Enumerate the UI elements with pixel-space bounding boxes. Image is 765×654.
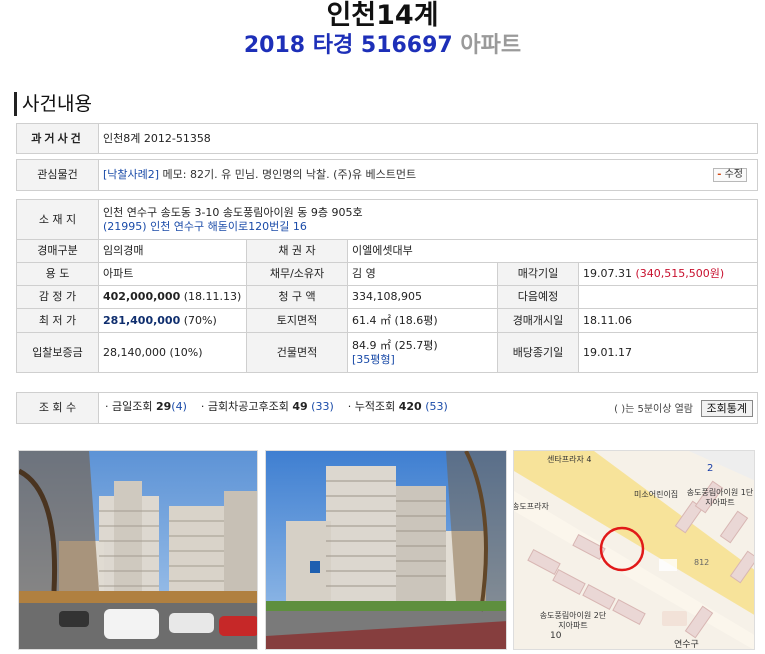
map-label-no2: 2 [707,463,714,474]
next-schedule-value [578,285,758,309]
building-type-link[interactable]: [35평형] [352,353,497,367]
section-title: 사건내용 [14,92,92,116]
deposit-value: 28,140,000 (10%) [98,332,247,373]
start-date-value: 18.11.06 [578,308,758,333]
today-views-label: · 금일조회 [105,399,153,413]
past-case-table: 과거사건 인천8계 2012-51358 [16,123,758,154]
map-label-apt1: 송도풍림아이원 1단지아파트 [686,488,754,507]
creditor-value: 이엘에셋대부 [347,239,758,263]
location-map[interactable]: 센타프라자 4 송도프라자 미소어린이집 송도풍림아이원 1단지아파트 송도풍림… [513,450,755,650]
claim-label: 청 구 액 [246,285,348,309]
sale-price-value: (340,515,500원) [635,267,725,280]
debtor-value: 김 영 [347,262,498,286]
case-number: 2018 타경 516697 [243,33,453,58]
creditor-label: 채 권 자 [246,239,348,263]
total-views-sub: (53) [425,399,448,413]
views-note: ( )는 5분이상 열람 [614,403,694,415]
property-photo-1[interactable] [18,450,258,650]
map-label-daycare: 미소어린이집 [634,490,679,499]
property-photo-2[interactable] [265,450,507,650]
map-label-apt2: 송도풍림아이원 2단지아파트 [539,611,607,630]
today-views-sub: (4) [171,399,187,413]
map-label-plaza: 센타프라자 4 [547,455,592,464]
land-area-value: 61.4 ㎡ (18.6평) [347,308,498,333]
views-table: 조 회 수 · 금일조회 29(4) · 금회차공고후조회 49 (33) · … [16,392,758,424]
appraisal-amount: 402,000,000 [103,290,181,303]
sale-date-label: 매각기일 [497,262,579,286]
apartment-photo-image [266,451,506,649]
min-price-label: 최 저 가 [16,308,99,333]
minus-icon: - [717,169,722,180]
location-road-address: (21995) 인천 연수구 해돋이로120번길 16 [103,219,307,233]
court-title: 인천14계 [326,0,439,31]
interest-table: 관심물건 [낙찰사례2] 메모: 82기. 유 민님. 명인명의 낙찰. (주)… [16,159,758,191]
interest-memo: 메모: 82기. 유 민님. 명인명의 낙찰. (주)유 베스트먼트 [159,168,417,181]
interest-label: 관심물건 [16,159,99,191]
building-area-value: 84.9 ㎡ (25.7평) [352,338,438,352]
total-views-count: 420 [398,399,422,413]
modify-button-label: 수정 [724,169,743,180]
case-subtitle: 2018 타경 516697 아파트 [0,33,765,59]
usage-label: 용 도 [16,262,99,286]
dividend-value: 19.01.17 [578,332,758,373]
today-views-count: 29 [155,399,172,413]
next-schedule-label: 다음예정 [497,285,579,309]
sale-date-value: 19.07.31 [583,267,632,280]
since-views-sub: (33) [311,399,334,413]
map-label-office: 연수구 [674,640,699,650]
street-photo-image [19,451,257,649]
case-example-link[interactable]: [낙찰사례2] [103,168,159,181]
auction-type-value: 임의경매 [98,239,247,263]
appraisal-date: (18.11.13) [183,290,242,303]
building-area-label: 건물면적 [246,332,348,373]
min-price-amount: 281,400,000 [103,313,181,327]
since-views-count: 49 [292,399,308,413]
land-area-label: 토지면적 [246,308,348,333]
modify-button[interactable]: - 수정 [713,168,747,182]
details-table: 소 재 지 인천 연수구 송도동 3-10 송도풍림아이원 동 9층 905호 … [16,199,758,373]
map-label-no10: 10 [550,631,562,641]
property-type: 아파트 [460,33,522,58]
auction-type-label: 경매구분 [16,239,99,263]
min-price-rate: (70%) [183,313,217,327]
debtor-label: 채무/소유자 [246,262,348,286]
appraisal-label: 감 정 가 [16,285,99,309]
past-case-label: 과거사건 [16,123,99,154]
total-views-label: · 누적조회 [347,399,396,413]
usage-value: 아파트 [98,262,247,286]
since-views-label: · 금회차공고후조회 [200,399,289,413]
views-label: 조 회 수 [16,392,99,424]
dividend-label: 배당종기일 [497,332,579,373]
past-case-value: 인천8계 2012-51358 [98,123,758,154]
start-date-label: 경매개시일 [497,308,579,333]
location-address: 인천 연수구 송도동 3-10 송도풍림아이원 동 9층 905호 [103,205,363,219]
map-label-812: 812 [694,558,710,567]
map-label-plaza2: 송도프라자 [513,502,549,511]
deposit-label: 입찰보증금 [16,332,99,373]
view-stats-button[interactable]: 조회통계 [700,399,753,417]
claim-value: 334,108,905 [347,285,498,309]
location-label: 소 재 지 [16,199,99,240]
